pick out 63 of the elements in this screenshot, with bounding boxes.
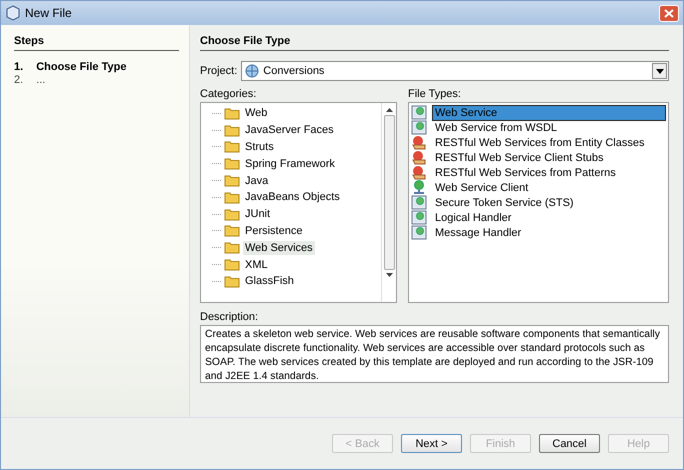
category-item[interactable]: Spring Framework xyxy=(243,156,337,171)
globe-stand-icon xyxy=(411,180,427,195)
dialog-button[interactable]: Cancel xyxy=(539,434,600,453)
step-number: 2. xyxy=(14,74,24,87)
categories-label: Categories: xyxy=(200,88,258,100)
category-item[interactable]: Java xyxy=(243,174,270,188)
step-label: ... xyxy=(36,74,46,87)
step-label: Choose File Type xyxy=(36,61,126,74)
dialog-button[interactable]: Next > xyxy=(401,434,462,453)
category-item[interactable]: JavaBeans Objects xyxy=(243,190,342,204)
window-title: New File xyxy=(25,6,73,20)
caret-icon xyxy=(656,68,664,74)
file-type-item[interactable]: Secure Token Service (STS) xyxy=(432,194,666,210)
close-icon xyxy=(664,8,674,18)
steps-heading: Steps xyxy=(14,35,179,51)
folder-icon xyxy=(224,274,240,288)
file-type-item[interactable]: Logical Handler xyxy=(432,210,666,226)
category-item[interactable]: Web xyxy=(243,106,270,120)
document-globe-icon xyxy=(411,225,427,240)
file-types-label: File Types: xyxy=(408,88,462,100)
file-type-item[interactable]: Message Handler xyxy=(432,224,666,240)
file-type-item[interactable]: RESTful Web Service Client Stubs xyxy=(432,150,666,166)
folder-icon xyxy=(224,258,240,272)
file-type-item[interactable]: RESTful Web Services from Patterns xyxy=(432,164,666,180)
folder-icon xyxy=(224,208,240,221)
hand-ball-icon xyxy=(411,135,427,150)
document-globe-icon xyxy=(411,105,427,120)
folder-icon xyxy=(224,106,240,120)
scroll-down-icon[interactable] xyxy=(386,273,392,277)
step-number: 1. xyxy=(14,61,24,74)
description-label: Description: xyxy=(200,311,258,323)
category-item[interactable]: XML xyxy=(243,258,270,272)
folder-icon xyxy=(224,190,240,204)
file-type-item[interactable]: Web Service from WSDL xyxy=(432,120,666,136)
panel-heading: Choose File Type xyxy=(200,35,669,51)
document-globe-icon xyxy=(411,210,427,225)
category-item[interactable]: Persistence xyxy=(243,224,304,238)
cube-icon xyxy=(5,5,21,21)
file-type-item[interactable]: Web Service xyxy=(432,104,666,120)
scroll-up-icon[interactable] xyxy=(386,108,392,112)
folder-icon xyxy=(224,174,240,188)
folder-icon xyxy=(224,241,240,254)
category-item[interactable]: JUnit xyxy=(243,207,272,222)
folder-icon xyxy=(224,157,240,170)
folder-icon xyxy=(224,124,240,137)
close-button[interactable] xyxy=(659,4,679,22)
file-type-item[interactable]: Web Service Client xyxy=(432,180,666,196)
hand-ball-icon xyxy=(411,165,427,180)
category-item[interactable]: GlassFish xyxy=(243,274,296,288)
category-item[interactable]: Struts xyxy=(243,140,276,154)
scrollbar[interactable] xyxy=(381,103,396,302)
globe-icon xyxy=(245,64,260,78)
category-item[interactable]: Web Services xyxy=(243,240,315,255)
project-label: Project: xyxy=(200,65,238,77)
project-dropdown[interactable]: Conversions xyxy=(241,61,669,81)
folder-icon xyxy=(224,140,240,154)
description-text: Creates a skeleton web service. Web services are reusable software components that semantically encapsulate discrete functionality. Web services are accessible over standard protocols such as SOAP. The web services created by this template are deployed and run according to the JSR-109 and J2EE 1.4 standards. xyxy=(200,325,669,383)
document-globe-icon xyxy=(411,195,427,210)
category-item[interactable]: JavaServer Faces xyxy=(243,123,336,138)
hand-ball-icon xyxy=(411,150,427,165)
folder-icon xyxy=(224,224,240,238)
document-globe-icon xyxy=(411,120,427,135)
file-type-item[interactable]: RESTful Web Services from Entity Classes xyxy=(432,134,666,150)
